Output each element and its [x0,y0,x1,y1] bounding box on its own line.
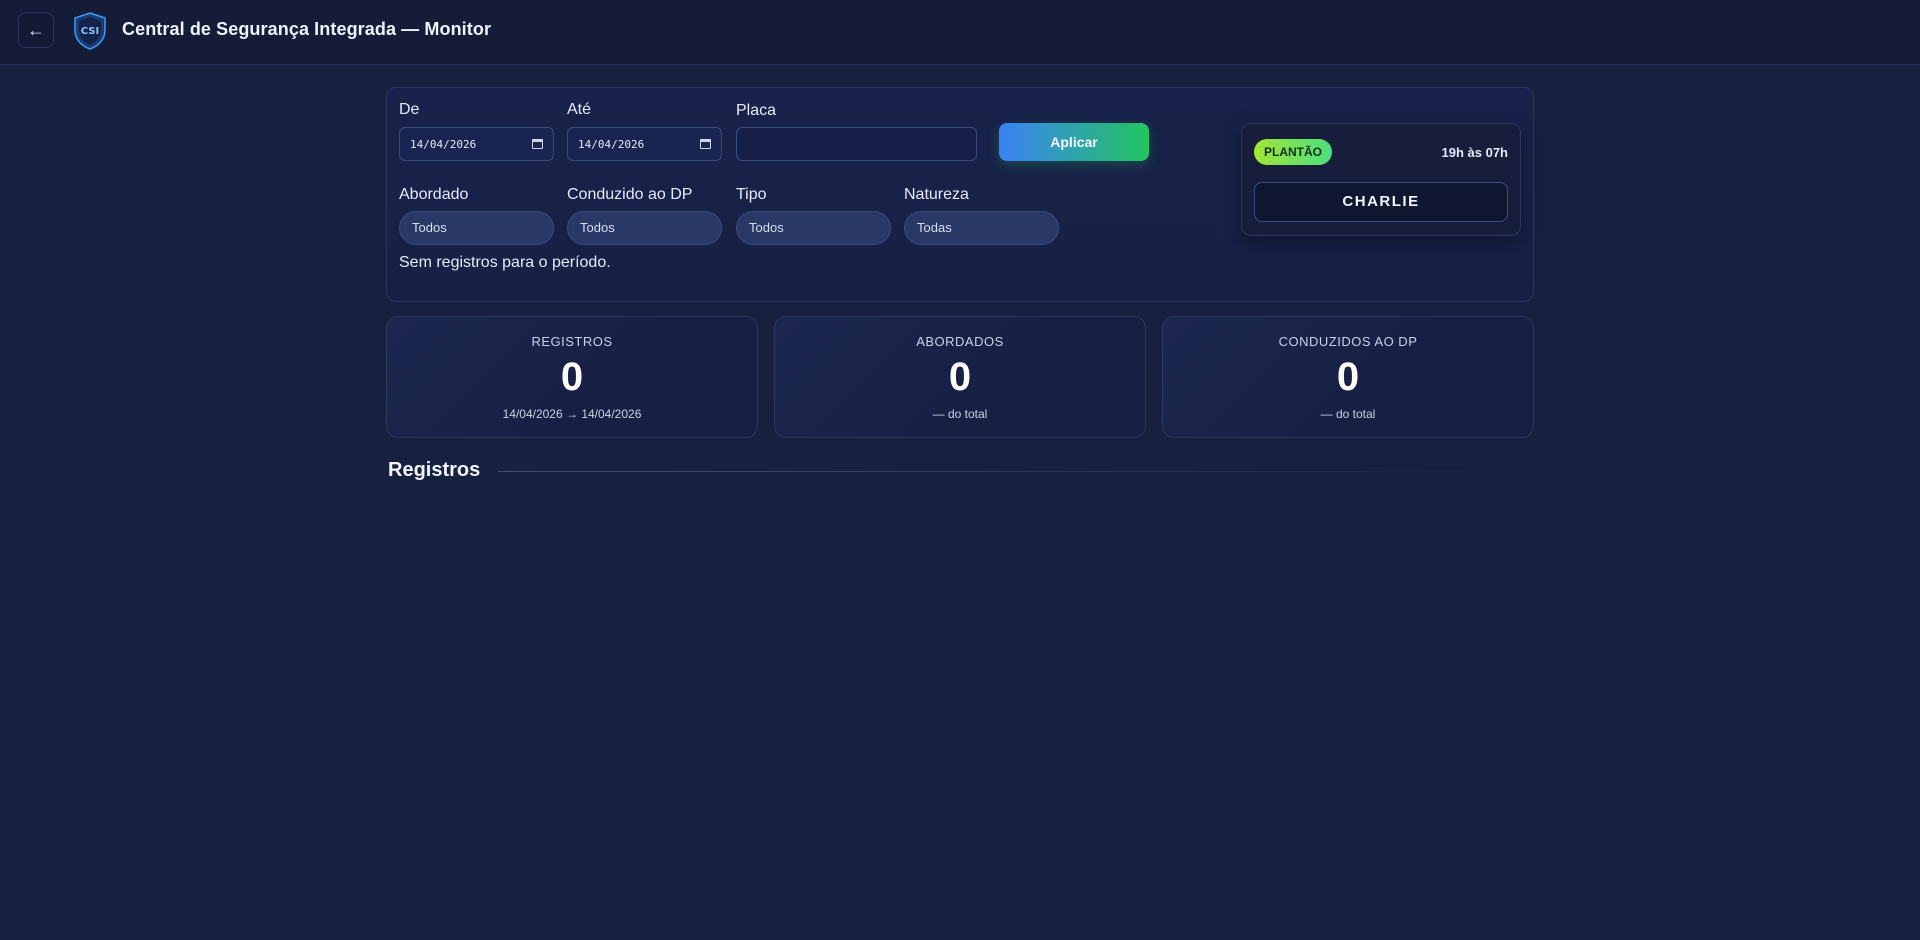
tipo-label: Tipo [736,186,767,203]
stat-card-registros: REGISTROS 0 14/04/2026 → 14/04/2026 [386,316,758,438]
shift-time: 19h às 07h [1441,145,1509,160]
natureza-label: Natureza [904,186,969,203]
stat-sub: — do total [932,407,988,421]
stat-value: 0 [560,355,584,399]
abordado-label: Abordado [399,186,469,203]
from-date-label: De [399,101,420,118]
plate-input[interactable] [736,127,977,161]
stat-label: ABORDADOS [916,334,1004,349]
app-title: Central de Segurança Integrada — Monitor [122,19,492,39]
stat-label: CONDUZIDOS AO DP [1278,334,1418,349]
to-date-value: 14/04/2026 [578,137,645,151]
stat-label: REGISTROS [531,334,613,349]
conduzido-label: Conduzido ao DP [567,186,693,203]
calendar-icon[interactable] [532,139,543,149]
conduzido-select[interactable]: Todos [567,211,722,245]
shift-badge: PLANTÃO [1254,139,1332,165]
section-divider [498,471,1528,472]
from-date-value: 14/04/2026 [410,137,477,151]
svg-text:CSI: CSI [81,26,99,37]
to-date-input[interactable]: 14/04/2026 [567,127,722,161]
abordado-select[interactable]: Todos [399,211,554,245]
calendar-icon[interactable] [700,139,711,149]
stat-value: 0 [1336,355,1360,399]
stat-card-conduzidos: CONDUZIDOS AO DP 0 — do total [1162,316,1534,438]
natureza-select[interactable]: Todas [904,211,1059,245]
shift-card: PLANTÃO 19h às 07h CHARLIE [1241,123,1521,236]
plate-label: Placa [736,102,777,119]
shield-logo-icon: CSI [74,12,106,50]
to-date-label: Até [567,101,592,118]
from-date-input[interactable]: 14/04/2026 [399,127,554,161]
stat-value: 0 [948,355,972,399]
shift-team-button[interactable]: CHARLIE [1254,182,1508,222]
empty-message: Sem registros para o período. [399,254,611,271]
stat-sub: — do total [1320,407,1376,421]
section-title: Registros [388,459,481,481]
top-bar: ← CSI Central de Segurança Integrada — M… [0,0,1920,65]
stat-sub: 14/04/2026 → 14/04/2026 [502,407,642,421]
stat-card-abordados: ABORDADOS 0 — do total [774,316,1146,438]
back-button[interactable]: ← [18,12,54,48]
apply-button[interactable]: Aplicar [999,123,1149,161]
tipo-select[interactable]: Todos [736,211,891,245]
